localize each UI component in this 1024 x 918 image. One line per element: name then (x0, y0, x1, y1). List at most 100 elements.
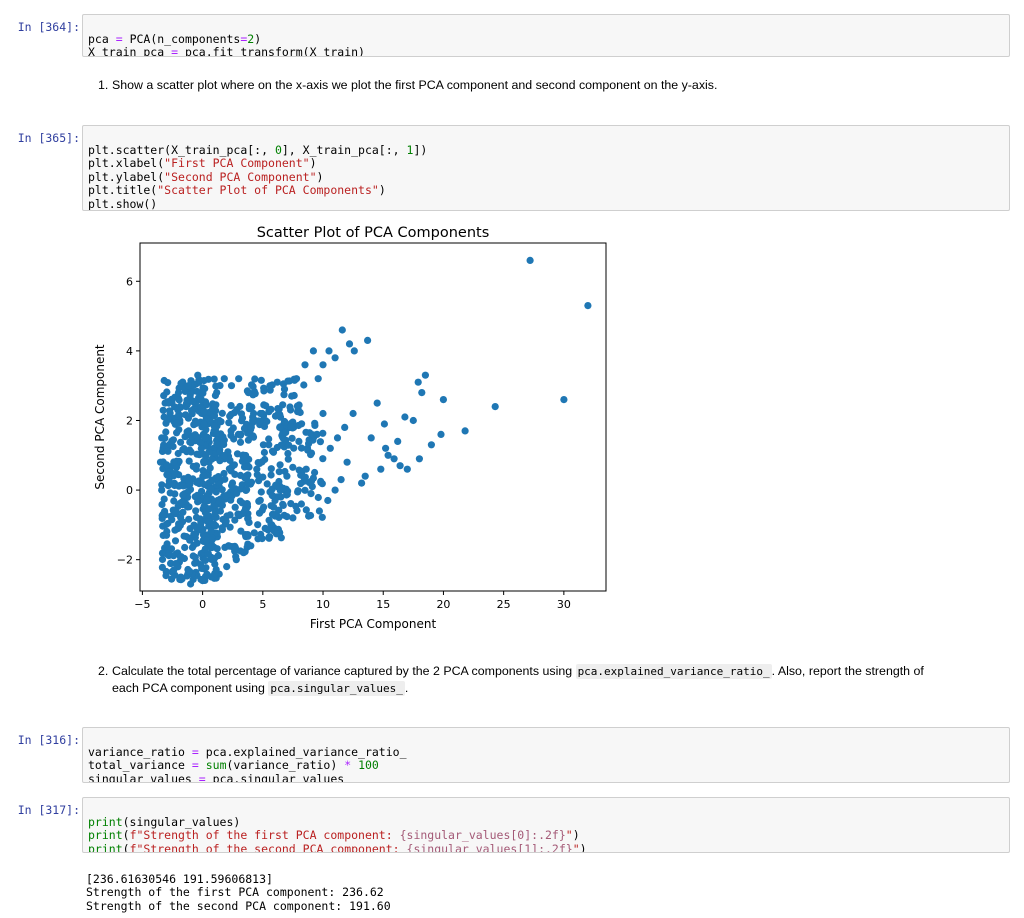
scatter-point-dense (162, 428, 170, 436)
scatter-point (289, 514, 297, 522)
scatter-point (240, 549, 248, 557)
scatter-point-dense (198, 526, 206, 534)
code-cell-365[interactable]: plt.scatter(X_train_pca[:, 0], X_train_p… (82, 125, 1010, 211)
scatter-point (437, 430, 445, 438)
scatter-point-dense (297, 480, 305, 488)
scatter-point (315, 507, 323, 515)
scatter-point-dense (162, 572, 170, 580)
scatter-point-dense (237, 430, 245, 438)
scatter-point-dense (316, 438, 324, 446)
scatter-point-dense (171, 537, 180, 545)
scatter-point (309, 347, 317, 355)
scatter-point-dense (282, 428, 290, 437)
markdown-text: . Also, report the strength of (771, 664, 924, 678)
scatter-point-dense (300, 381, 308, 389)
code-line: total_variance = sum(variance_ratio) * 1… (88, 758, 379, 773)
scatter-point-dense (193, 387, 201, 396)
markdown-text: each PCA component using (112, 681, 269, 695)
scatter-point-dense (200, 420, 208, 428)
scatter-point-dense (164, 379, 172, 387)
scatter-point-dense (172, 560, 180, 568)
scatter-point-dense (260, 387, 268, 395)
output-line: Strength of the second PCA component: 19… (86, 898, 391, 913)
scatter-point-dense (198, 564, 206, 572)
scatter-point (247, 542, 255, 550)
scatter-point-dense (210, 375, 218, 383)
scatter-point (337, 476, 345, 484)
scatter-point-dense (211, 391, 219, 400)
scatter-point-dense (268, 491, 276, 499)
scatter-point (165, 549, 173, 557)
scatter-point-dense (220, 440, 228, 449)
scatter-point-dense (262, 402, 270, 410)
scatter-point-dense (191, 431, 199, 439)
x-tick-label: 0 (199, 598, 206, 611)
scatter-point-dense (219, 433, 227, 441)
scatter-point-dense (185, 515, 193, 523)
scatter-point (415, 455, 423, 463)
scatter-point-dense (260, 422, 269, 430)
markdown-text: . (404, 681, 409, 695)
scatter-point (326, 444, 334, 452)
scatter-point (349, 409, 357, 418)
code-cell-364[interactable]: pca = PCA(n_components=2) X_train_pca = … (82, 14, 1010, 57)
scatter-point-dense (177, 379, 185, 387)
scatter-point (170, 566, 178, 574)
scatter-point-dense (289, 463, 297, 471)
scatter-point-dense (287, 423, 295, 431)
scatter-point-dense (158, 563, 166, 571)
scatter-point-dense (279, 401, 287, 409)
scatter-point-dense (250, 409, 258, 417)
scatter-point-dense (163, 461, 171, 469)
scatter-point-dense (288, 434, 296, 442)
scatter-point-dense (183, 428, 191, 436)
scatter-point-dense (176, 521, 184, 530)
y-axis-label: Second PCA Component (93, 344, 107, 490)
code-cell-317[interactable]: print(singular_values) print(f"Strength … (82, 797, 1010, 853)
scatter-point-dense (285, 377, 294, 385)
scatter-point (283, 472, 291, 480)
scatter-point-dense (177, 438, 185, 446)
scatter-point-dense (213, 440, 221, 448)
code-cell-316[interactable]: variance_ratio = pca.explained_variance_… (82, 727, 1010, 783)
scatter-point (414, 378, 422, 386)
scatter-point (331, 486, 339, 494)
x-tick-label: −5 (134, 598, 150, 611)
scatter-point (302, 465, 310, 473)
code-line: print(f"Strength of the first PCA compon… (88, 828, 580, 843)
scatter-point-dense (301, 473, 309, 481)
markdown-item-2: 2. Calculate the total percentage of var… (98, 663, 992, 697)
code-line: plt.scatter(X_train_pca[:, 0], X_train_p… (88, 142, 428, 157)
scatter-point-dense (241, 531, 249, 539)
scatter-point-dense (233, 489, 241, 497)
scatter-point-dense (186, 536, 194, 544)
x-tick-label: 5 (259, 598, 266, 611)
scatter-point (418, 389, 426, 397)
scatter-point (358, 479, 366, 487)
scatter-point (377, 465, 385, 473)
scatter-point (158, 434, 166, 442)
scatter-point-dense (216, 507, 224, 515)
scatter-point-dense (160, 392, 168, 400)
code-line: X_train_pca = pca.fit_transform(X_train) (88, 45, 365, 57)
scatter-point-dense (283, 513, 291, 521)
scatter-point-dense (193, 491, 201, 499)
scatter-point-dense (174, 449, 182, 458)
scatter-point (199, 577, 207, 585)
scatter-point-dense (268, 447, 277, 455)
scatter-point-dense (257, 488, 265, 496)
output-line: [236.61630546 191.59606813] (86, 871, 273, 886)
code-line: plt.title("Scatter Plot of PCA Component… (88, 183, 386, 198)
x-tick-label: 30 (557, 598, 571, 611)
scatter-point (273, 378, 281, 386)
scatter-point-dense (302, 506, 310, 514)
scatter-point-dense (185, 457, 193, 465)
scatter-point (390, 455, 398, 463)
scatter-point-dense (314, 493, 322, 502)
scatter-point (403, 465, 411, 473)
scatter-point (367, 434, 375, 442)
scatter-point-dense (200, 407, 208, 416)
scatter-point-dense (209, 555, 218, 563)
scatter-point-dense (272, 481, 280, 489)
scatter-point (232, 556, 240, 564)
